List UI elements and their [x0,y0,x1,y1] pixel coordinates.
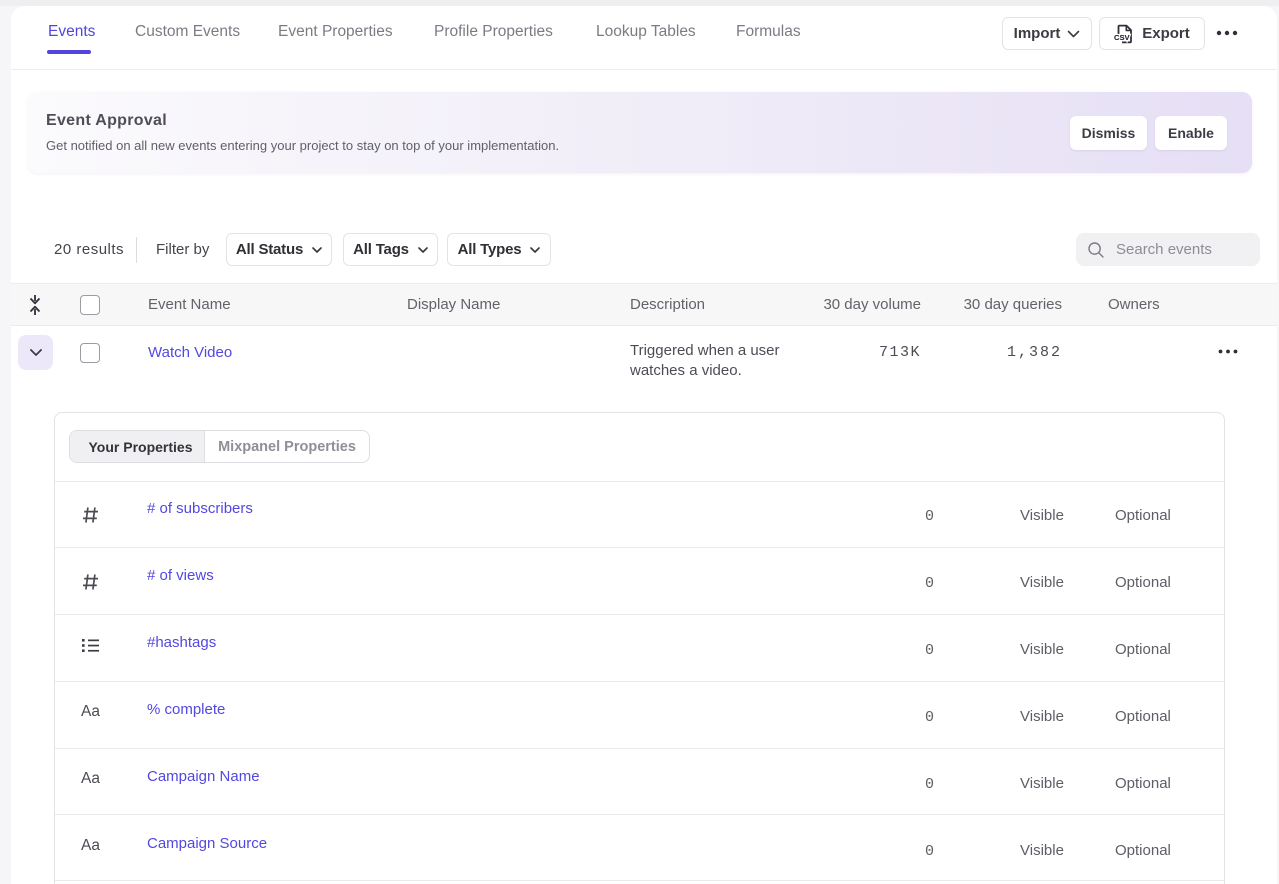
svg-text:CSV: CSV [1114,33,1131,42]
